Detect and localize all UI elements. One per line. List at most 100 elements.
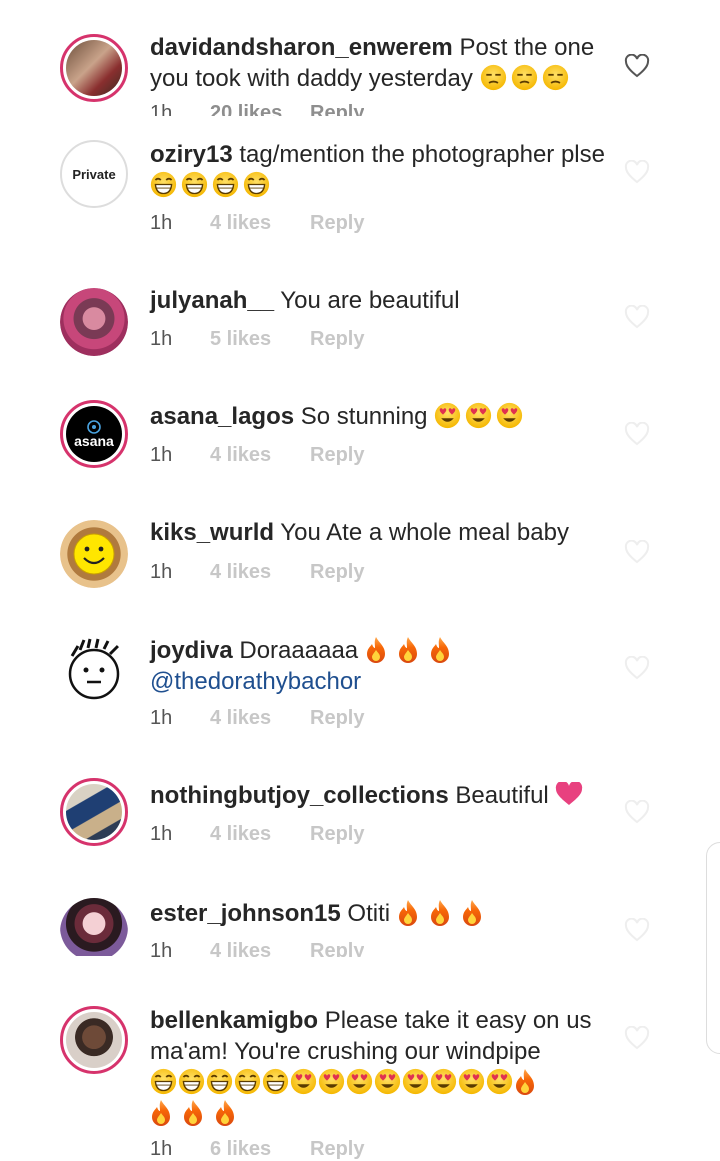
grin-emoji-icon: [150, 1068, 177, 1095]
comment-time: 1h: [150, 444, 173, 466]
avatar[interactable]: Private: [60, 140, 128, 208]
comment-time: 1h: [150, 561, 173, 583]
comment-username[interactable]: kiks_wurld: [150, 519, 274, 546]
comment-time: 1h: [150, 212, 173, 234]
comment-text: Otiti: [347, 900, 391, 927]
like-heart-icon[interactable]: [624, 305, 650, 329]
grin-emoji-icon: [234, 1068, 261, 1095]
heart-eyes-emoji-icon: [374, 1068, 401, 1095]
doodle-face-icon: [68, 638, 120, 700]
fire-emoji-icon: [152, 1100, 170, 1126]
grin-emoji-icon: [243, 171, 270, 198]
comment-username[interactable]: joydiva: [150, 637, 233, 664]
avatar[interactable]: [60, 520, 128, 588]
grin-emoji-icon: [150, 171, 177, 198]
fire-emoji-icon: [366, 637, 385, 663]
comment-likes[interactable]: 4 likes: [210, 940, 310, 957]
comment-meta: 1h 5 likes Reply: [150, 328, 364, 351]
unamused-emoji-icon: [511, 64, 537, 91]
comment-meta: 1h 4 likes Reply: [150, 212, 364, 235]
heart-eyes-emoji-icon: [497, 402, 523, 429]
avatar[interactable]: [60, 778, 128, 846]
heart-eyes-emoji-icon: [402, 1068, 429, 1095]
asana-logo-icon: [87, 420, 101, 434]
scroll-handle[interactable]: [706, 842, 720, 1054]
emoji-group: [150, 1068, 540, 1096]
avatar-private-label: Private: [72, 166, 116, 182]
comment-likes[interactable]: 6 likes: [210, 1138, 310, 1161]
heart-eyes-emoji-icon: [435, 402, 461, 429]
comment-meta: 1h 20 likes Reply: [150, 102, 364, 116]
comment-likes[interactable]: 4 likes: [210, 823, 310, 846]
comment-time: 1h: [150, 102, 173, 116]
avatar[interactable]: [60, 34, 128, 102]
avatar[interactable]: [60, 1006, 128, 1074]
reply-button[interactable]: Reply: [310, 1138, 364, 1161]
fire-emoji-icon: [516, 1069, 534, 1095]
comment-username[interactable]: ester_johnson15: [150, 900, 341, 927]
emoji-group: [434, 402, 527, 430]
fire-emoji-icon: [430, 900, 449, 926]
avatar[interactable]: [60, 898, 128, 956]
emoji-group: [480, 64, 573, 92]
heart-eyes-emoji-icon: [486, 1068, 513, 1095]
like-heart-icon[interactable]: [624, 540, 650, 564]
smiley-face-icon: [73, 533, 115, 575]
comment-likes[interactable]: 4 likes: [210, 444, 310, 467]
heart-eyes-emoji-icon: [290, 1068, 317, 1095]
unamused-emoji-icon: [542, 64, 568, 91]
avatar[interactable]: [60, 288, 128, 356]
reply-button[interactable]: Reply: [310, 444, 364, 467]
reply-button[interactable]: Reply: [310, 102, 364, 116]
like-heart-icon[interactable]: [624, 422, 650, 446]
comment-text: So stunning: [300, 403, 428, 430]
comment-time: 1h: [150, 707, 173, 729]
fire-emoji-icon: [398, 900, 417, 926]
comment-username[interactable]: bellenkamigbo: [150, 1007, 318, 1034]
comment-likes[interactable]: 4 likes: [210, 707, 310, 730]
comment-meta: 1h 4 likes Reply: [150, 444, 364, 467]
fire-emoji-icon: [430, 637, 449, 663]
fire-emoji-icon: [462, 900, 481, 926]
like-heart-icon[interactable]: [624, 54, 650, 78]
comment-likes[interactable]: 5 likes: [210, 328, 310, 351]
grin-emoji-icon: [178, 1068, 205, 1095]
unamused-emoji-icon: [480, 64, 506, 91]
reply-button[interactable]: Reply: [310, 707, 364, 730]
reply-button[interactable]: Reply: [310, 212, 364, 235]
like-heart-icon[interactable]: [624, 656, 650, 680]
comment-likes[interactable]: 20 likes: [210, 102, 310, 116]
comment-username[interactable]: julyanah__: [150, 287, 274, 314]
comment-time: 1h: [150, 940, 173, 957]
heart-eyes-emoji-icon: [318, 1068, 345, 1095]
grin-emoji-icon: [212, 171, 239, 198]
comment-text: Beautiful: [455, 782, 549, 809]
comment-username[interactable]: asana_lagos: [150, 403, 294, 430]
like-heart-icon[interactable]: [624, 800, 650, 824]
avatar[interactable]: asana: [60, 400, 128, 468]
reply-button[interactable]: Reply: [310, 561, 364, 584]
reply-button[interactable]: Reply: [310, 328, 364, 351]
reply-button[interactable]: Reply: [310, 823, 364, 846]
fire-emoji-icon: [184, 1100, 202, 1126]
emoji-group: [397, 900, 493, 927]
comment-username[interactable]: davidandsharon_enwerem: [150, 34, 453, 61]
grin-emoji-icon: [262, 1068, 289, 1095]
comment-meta: 1h 4 likes Reply: [150, 823, 364, 846]
comment-text: You Ate a whole meal baby: [280, 519, 569, 546]
comment-username[interactable]: oziry13: [150, 141, 233, 168]
comment-likes[interactable]: 4 likes: [210, 561, 310, 584]
comment-text: You are beautiful: [280, 287, 460, 314]
like-heart-icon[interactable]: [624, 1026, 650, 1050]
like-heart-icon[interactable]: [624, 160, 650, 184]
mention-link[interactable]: @thedorathybachor: [150, 668, 361, 695]
comment-username[interactable]: nothingbutjoy_collections: [150, 782, 449, 809]
reply-button[interactable]: Reply: [310, 940, 364, 957]
grin-emoji-icon: [206, 1068, 233, 1095]
comment-likes[interactable]: 4 likes: [210, 212, 310, 235]
heart-eyes-emoji-icon: [466, 402, 492, 429]
grin-emoji-icon: [181, 171, 208, 198]
fire-emoji-icon: [398, 637, 417, 663]
like-heart-icon[interactable]: [624, 918, 650, 942]
avatar[interactable]: [60, 636, 128, 704]
